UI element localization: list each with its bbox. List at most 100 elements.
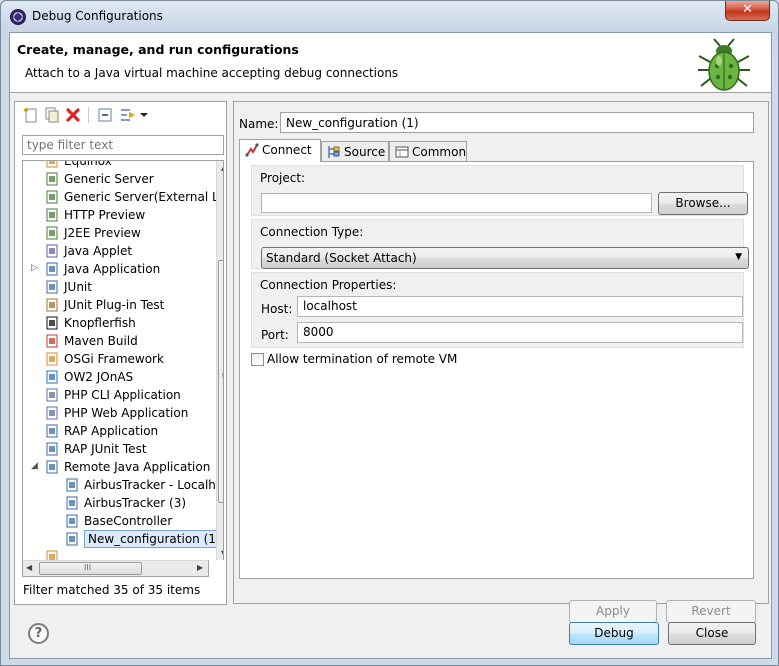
collapse-all-icon[interactable] [97,107,113,123]
knopflerfish-icon [46,316,58,330]
host-input[interactable]: localhost [297,296,743,317]
tree-item[interactable]: ◢ Remote Java Application [23,458,211,476]
header-title: Create, manage, and run configurations [17,42,299,57]
tree-item[interactable]: JUnit [23,278,208,296]
tab-connect[interactable]: Connect [239,139,321,162]
browse-button[interactable]: Browse... [658,192,748,215]
revert-button[interactable]: Revert [666,600,756,623]
connect-tab-body: Project: Browse... Connection Type: Stan… [239,161,754,579]
filter-configurations-icon[interactable] [120,107,136,123]
tree-item[interactable]: J2EE Preview [23,224,208,242]
connect-icon [245,143,259,157]
tree-item[interactable]: HTTP Preview [23,206,208,224]
tab-connect-label: Connect [262,143,312,157]
tree-item[interactable]: RAP JUnit Test [23,440,208,458]
duplicate-icon[interactable] [44,107,60,123]
host-label: Host: [261,302,293,316]
tree-item-label: AirbusTracker - Localhost [84,478,224,492]
title-bar[interactable]: Debug Configurations ✕ [1,1,778,33]
tree-item-label: Remote Java Application [64,460,211,474]
expanded-chevron-icon[interactable]: ◢ [31,462,39,471]
tree-item[interactable]: ▷ Java Application [23,260,208,278]
tab-common-label: Common [412,145,467,159]
connection-type-select[interactable]: Standard (Socket Attach) ▼ [261,247,749,269]
tree-item[interactable]: AirbusTracker (3) [23,494,208,512]
rap-junit-icon [46,442,58,456]
project-label: Project: [260,171,306,185]
connection-properties-group: Connection Properties: Host: localhost P… [251,272,744,348]
tree-item[interactable]: Knopflerfish [23,314,208,332]
tree-item-label: OSGi Framework [64,352,164,366]
scroll-left-icon[interactable]: ◀ [26,563,32,572]
horizontal-scroll-thumb[interactable]: III [39,562,142,575]
osgi-icon [46,352,58,366]
collapsed-chevron-icon[interactable]: ▷ [31,264,39,273]
remote-config-icon [66,478,78,492]
window-close-button[interactable]: ✕ [725,1,770,21]
configuration-editor: Name: Connect Source [233,101,769,623]
tree-item[interactable]: RAP Application [23,422,208,440]
tree-item[interactable]: Generic Server(External Launc [23,188,223,206]
debug-button[interactable]: Debug [569,622,659,645]
scroll-right-icon[interactable]: ▶ [197,563,203,572]
allow-termination-checkbox[interactable] [251,353,264,366]
bug-icon [698,38,750,91]
tab-source-label: Source [344,145,386,159]
tree-item-label: J2EE Preview [64,226,141,240]
tree-item-label: New_configuration (1) [84,530,223,548]
apply-button[interactable]: Apply [569,600,657,623]
tree-item-label: RAP Application [64,424,159,438]
name-input[interactable] [280,112,754,133]
tree-item[interactable]: New_configuration (1) [23,530,223,548]
junit-icon [46,280,58,294]
connection-type-value: Standard (Socket Attach) [266,251,417,265]
filter-menu-chevron-down-icon[interactable] [139,107,149,123]
filter-status: Filter matched 35 of 35 items [23,583,201,597]
configuration-tree[interactable]: Equinox Generic Server Generic Server(Exte… [22,160,224,560]
tree-toolbar [15,102,226,128]
tree-item[interactable]: JUnit Plug-in Test [23,296,208,314]
port-label: Port: [261,328,289,342]
tree-item-label: OW2 JOnAS [64,370,134,384]
close-button[interactable]: Close [668,622,756,645]
tree-item-label: Maven Build [64,334,138,348]
tree-item[interactable]: OW2 JOnAS [23,368,208,386]
connection-type-label: Connection Type: [260,225,364,239]
tree-item[interactable]: OSGi Framework [23,350,208,368]
tab-common[interactable]: Common [389,141,467,162]
tree-item[interactable]: Generic Server [23,170,208,188]
tree-item[interactable]: PHP Web Application [23,404,208,422]
server-icon [46,172,58,186]
tree-item[interactable]: Maven Build [23,332,208,350]
tree-item[interactable]: BaseController [23,512,208,530]
tree-item[interactable]: Java Applet [23,242,208,260]
tree-item[interactable]: PHP CLI Application [23,386,208,404]
delete-icon[interactable] [65,107,81,123]
tree-horizontal-scrollbar[interactable]: ◀ III ▶ [22,560,209,577]
name-label: Name: [239,117,279,131]
tree-vertical-scrollbar[interactable]: ▲ ≡ ▼ [216,161,223,560]
vertical-scroll-thumb[interactable]: ≡ [218,260,223,503]
tree-item[interactable] [23,548,208,560]
project-group: Project: Browse... [251,165,748,216]
filter-input[interactable] [22,135,224,155]
port-input[interactable]: 8000 [297,322,743,343]
dialog-window: Debug Configurations ✕ Create, manage, a… [0,0,779,666]
new-configuration-icon[interactable] [23,107,39,123]
project-input[interactable] [261,193,652,213]
server-icon [46,208,58,222]
scroll-down-icon[interactable]: ▼ [221,549,223,558]
tree-item-label: JUnit [64,280,92,294]
dialog-header: Create, manage, and run configurations A… [10,33,771,93]
tree-item[interactable]: AirbusTracker - Localhost [23,476,223,494]
help-icon[interactable]: ? [28,623,49,644]
eclipse-icon [10,9,26,25]
tab-source[interactable]: Source [321,141,389,162]
remote-config-icon [66,496,78,510]
hscroll-grip-icon: III [84,563,92,572]
common-icon [395,146,409,158]
junit-plugin-icon [46,298,58,312]
scroll-up-icon[interactable]: ▲ [221,163,223,172]
allow-termination-label[interactable]: Allow termination of remote VM [267,352,457,366]
tree-item[interactable]: Equinox [23,161,208,170]
